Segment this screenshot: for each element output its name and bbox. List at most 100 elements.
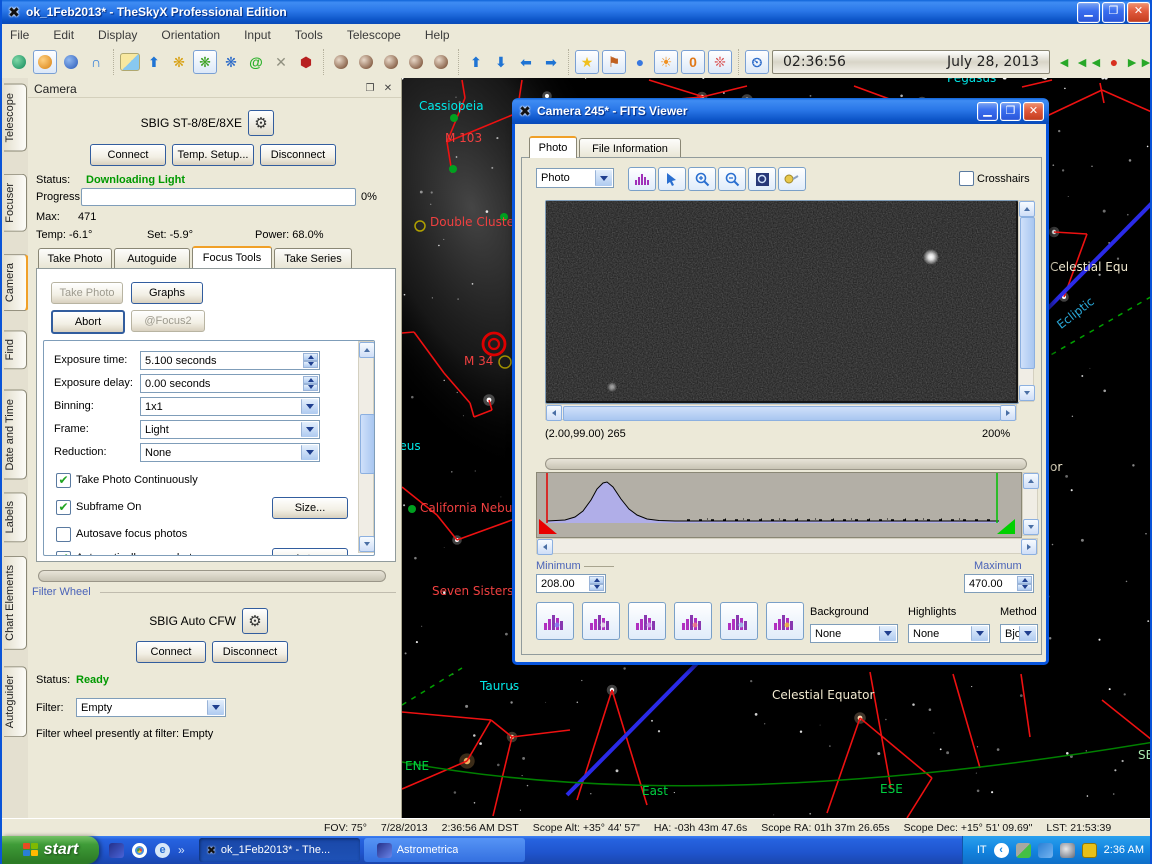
time-stop-icon[interactable]: ● (1103, 51, 1125, 73)
tray-collapse-chevron-icon[interactable]: ‹ (994, 843, 1009, 858)
checkbox-take-photo-continuously[interactable]: ✔ (56, 473, 71, 488)
taskbar-button-ok_1feb2013*[interactable]: ✖ok_1Feb2013* - The... (199, 838, 360, 862)
fits-mode-combo[interactable]: Photo (536, 168, 614, 188)
spinner-arrows-icon[interactable] (303, 376, 318, 391)
minimize-button[interactable]: ▁ (1077, 2, 1100, 23)
histogram-display[interactable] (536, 472, 1022, 538)
graphs-button[interactable]: Graphs (131, 282, 203, 304)
chart-flag-icon[interactable]: ⚑ (602, 50, 626, 74)
monitor-clock-icon[interactable]: ⏲ (745, 50, 769, 74)
scroll-right-icon[interactable] (1021, 539, 1037, 555)
fits-tab-photo[interactable]: Photo (529, 136, 577, 158)
scroll-left-icon[interactable] (546, 405, 562, 421)
filter-wheel-gear-icon[interactable]: ⚙ (242, 608, 268, 634)
spin-down-icon[interactable] (303, 384, 318, 392)
sidebar-tab-chart-elements[interactable]: Chart Elements (4, 556, 27, 650)
abort-button[interactable]: Abort (51, 310, 125, 334)
menu-tools[interactable]: Tools (295, 28, 323, 42)
field-frame[interactable]: Light (140, 420, 320, 439)
size-button[interactable]: Size... (272, 497, 348, 519)
bee-icon[interactable]: ❋ (168, 51, 190, 73)
crosshairs-checkbox[interactable] (959, 171, 974, 186)
sidebar-tab-focuser[interactable]: Focuser (4, 174, 27, 232)
spin-down-icon[interactable] (303, 361, 318, 369)
fits-minimize-button[interactable]: ▁ (977, 102, 998, 121)
scroll-right-icon[interactable] (1000, 405, 1016, 421)
tray-update-icon[interactable] (1038, 843, 1053, 858)
close-panel-icon[interactable]: ✕ (381, 82, 395, 96)
field-exposuredelay[interactable]: 0.00 seconds (140, 374, 320, 393)
chevron-down-icon[interactable] (879, 626, 896, 641)
menu-help[interactable]: Help (425, 28, 450, 42)
pan-down-icon[interactable]: ⬇ (490, 51, 512, 73)
tray-camera-icon[interactable] (1060, 843, 1075, 858)
scroll-down-icon[interactable] (1023, 519, 1039, 535)
taskbar-button-astrometrica[interactable]: Astrometrica (364, 838, 525, 862)
flashlight-icon[interactable] (778, 167, 806, 191)
scroll-down-icon[interactable] (1019, 385, 1035, 401)
checkbox-partial[interactable]: ✔ (56, 551, 71, 556)
arrow-up-icon[interactable]: ⬆ (143, 51, 165, 73)
internet-explorer-icon[interactable]: e (155, 843, 170, 858)
fits-tab-file-information[interactable]: File Information (579, 138, 681, 158)
filter-connect-button[interactable]: Connect (136, 641, 206, 663)
balls-icon[interactable]: ● (629, 51, 651, 73)
headphones-icon[interactable]: ∩ (85, 51, 107, 73)
scrollbar-thumb[interactable] (563, 406, 1001, 421)
time-rewind-icon[interactable]: ◄◄ (1078, 51, 1100, 73)
chevron-down-icon[interactable] (207, 700, 224, 715)
person-green-icon[interactable] (8, 51, 30, 73)
histogram-vertical-scrollbar[interactable] (1022, 472, 1038, 536)
horizontal-scrollbar-pill[interactable] (38, 570, 386, 582)
stretch-preset-button[interactable] (536, 602, 574, 640)
scrollbar-thumb[interactable] (1020, 217, 1035, 369)
stretch-preset-button[interactable] (766, 602, 804, 640)
field-exposuretime[interactable]: 5.100 seconds (140, 351, 320, 370)
menu-display[interactable]: Display (98, 28, 137, 42)
nebula-icon[interactable]: ❊ (708, 50, 732, 74)
minimum-spinbox[interactable]: 208.00 (536, 574, 606, 593)
planet-icon[interactable] (355, 51, 377, 73)
zoom-in-icon[interactable] (688, 167, 716, 191)
chevron-down-icon[interactable] (301, 422, 318, 437)
partial-button[interactable]: Auto... (272, 548, 348, 556)
chevron-down-icon[interactable] (301, 399, 318, 414)
sidebar-tab-camera[interactable]: Camera (4, 254, 29, 311)
field-reduction[interactable]: None (140, 443, 320, 462)
bee-selected-icon[interactable]: ❋ (193, 50, 217, 74)
image-vertical-scrollbar[interactable] (1018, 200, 1034, 402)
time-step-back-icon[interactable]: ◄ (1053, 51, 1075, 73)
histogram-horizontal-scrollbar[interactable] (536, 538, 1038, 554)
sidebar-tab-labels[interactable]: Labels (4, 492, 27, 542)
vertical-scrollbar[interactable] (358, 341, 374, 553)
chevron-down-icon[interactable] (301, 445, 318, 460)
temp-setup-button[interactable]: Temp. Setup... (172, 144, 254, 166)
camera-disconnect-button[interactable]: Disconnect (260, 144, 336, 166)
scrollbar-thumb[interactable] (360, 414, 375, 474)
planet-icon[interactable] (380, 51, 402, 73)
pan-left-icon[interactable]: ⬅ (515, 51, 537, 73)
checkbox-subframe-on[interactable]: ✔ (56, 500, 71, 515)
highlights-combo[interactable]: None (908, 624, 990, 643)
scroll-down-icon[interactable] (359, 536, 375, 552)
bee-blue-icon[interactable]: ❋ (220, 51, 242, 73)
float-panel-icon[interactable]: ❐ (363, 82, 377, 96)
background-combo[interactable]: None (810, 624, 898, 643)
chevron-down-icon[interactable] (595, 170, 612, 186)
histogram-tool-icon[interactable] (628, 167, 656, 191)
planet-icon[interactable] (430, 51, 452, 73)
field-binning[interactable]: 1x1 (140, 397, 320, 416)
maximize-button[interactable]: ❐ (1102, 2, 1125, 23)
tray-network-icon[interactable] (1016, 843, 1031, 858)
chrome-icon[interactable] (132, 843, 147, 858)
menu-telescope[interactable]: Telescope (347, 28, 401, 42)
planet-icon[interactable] (405, 51, 427, 73)
scroll-up-icon[interactable] (1023, 473, 1039, 489)
chevron-down-icon[interactable] (971, 626, 988, 641)
menu-orientation[interactable]: Orientation (161, 28, 220, 42)
maximum-spinbox[interactable]: 470.00 (964, 574, 1034, 593)
tray-clock[interactable]: 2:36 AM (1104, 844, 1144, 856)
close-button[interactable]: ✕ (1127, 2, 1150, 23)
target-icon[interactable]: @ (245, 51, 267, 73)
checkbox-autosave-focus-photos[interactable] (56, 527, 71, 542)
